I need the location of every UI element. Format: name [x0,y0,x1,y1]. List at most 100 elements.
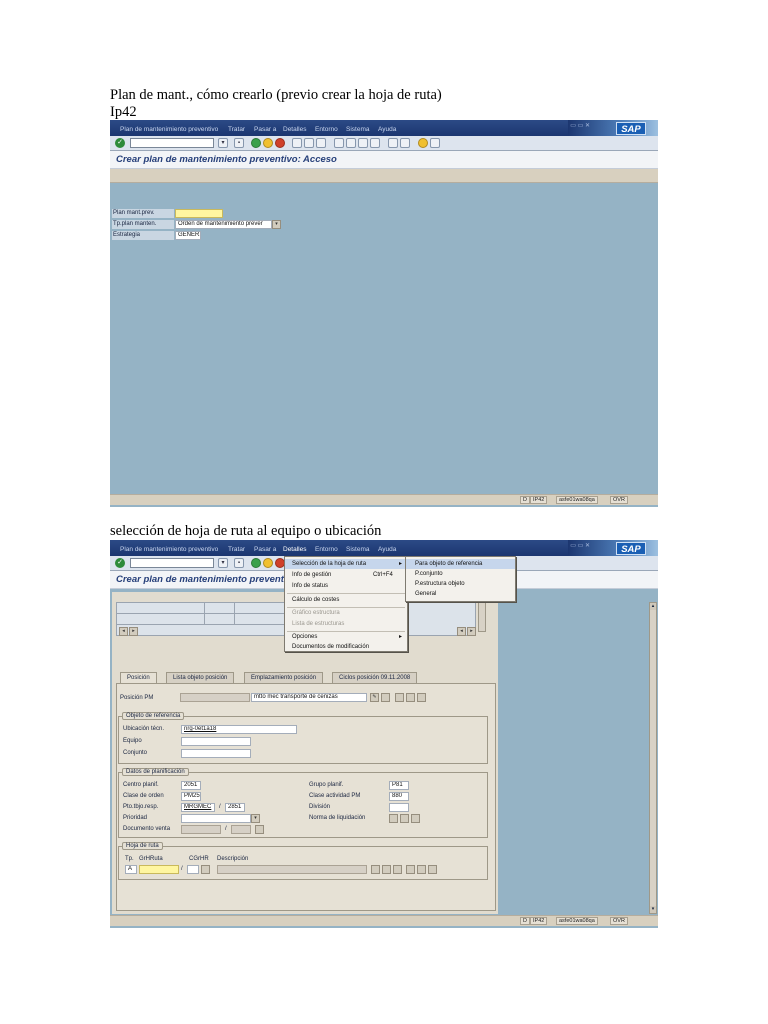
find-icon[interactable] [304,138,314,148]
layout-menu-icon[interactable] [430,138,440,148]
norma-liquidacion-next-icon[interactable] [400,814,409,823]
norma-liquidacion-icon[interactable] [389,814,398,823]
tab-posicion[interactable]: Posición [120,672,157,683]
hoja-ruta-contador-input[interactable] [187,865,199,874]
long-text-icon[interactable]: ✎ [370,693,379,702]
tab-emplazamiento[interactable]: Emplazamiento posición [244,672,324,683]
submenu-item-general[interactable]: General [406,589,515,599]
menu-sistema-2[interactable]: Sistema [346,546,369,553]
menu-tratar[interactable]: Tratar [228,126,245,133]
submenu-item-estructura-objeto[interactable]: P.estructura objeto [406,579,515,589]
menu-item-seleccion-hoja-ruta[interactable]: Selección de la hoja de ruta ▸ [285,559,407,569]
grid-page-left-icon[interactable]: ◂ [457,627,466,636]
print-icon[interactable] [292,138,302,148]
window-controls-icon-2[interactable]: ▭ ▭ ✕ [570,542,590,549]
hoja-ruta-detail-icon[interactable] [428,865,437,874]
menu-entorno-2[interactable]: Entorno [315,546,338,553]
window-controls-icon[interactable]: ▭ ▭ ✕ [570,122,590,129]
grid-vertical-scrollbar[interactable] [478,602,486,632]
col-cgrhr: CGrHR [189,856,209,862]
menu-pasar-a-2[interactable]: Pasar a [254,546,276,553]
new-session-icon[interactable] [388,138,398,148]
menu-item-info-gestion[interactable]: Info de gestión Ctrl+F4 [285,570,407,580]
object-list-icon[interactable] [406,693,415,702]
norma-liquidacion-list-icon[interactable] [411,814,420,823]
hoja-ruta-change-icon[interactable] [382,865,391,874]
shortcut-icon[interactable] [400,138,410,148]
menu-plan[interactable]: Plan de mantenimiento preventivo [120,126,218,133]
tab-lista-objeto[interactable]: Lista objeto posición [166,672,235,683]
division-input[interactable] [389,803,409,812]
prioridad-dropdown-icon[interactable]: ▾ [251,814,260,823]
info-icon[interactable] [381,693,390,702]
first-page-icon[interactable] [334,138,344,148]
ubicacion-input[interactable]: nrg-0et1a18 [181,725,297,734]
exit-icon-2[interactable] [263,558,273,568]
hoja-ruta-copy-icon[interactable] [406,865,415,874]
grid-page-right-icon[interactable]: ▸ [467,627,476,636]
save-icon-2[interactable]: ▪ [234,558,244,568]
enter-check-icon-2[interactable]: ✓ [115,558,125,568]
submenu-arrow-icon-2: ▸ [398,634,402,640]
hoja-ruta-display-icon[interactable] [371,865,380,874]
tp-plan-dropdown-icon[interactable]: ▾ [272,220,281,229]
scroll-up-icon[interactable]: ▴ [650,603,656,610]
pto-tbjo-centro-input[interactable]: 2851 [225,803,245,812]
next-page-icon[interactable] [358,138,368,148]
menu-sistema[interactable]: Sistema [346,126,369,133]
menu-tratar-2[interactable]: Tratar [228,546,245,553]
grid-scroll-right-icon[interactable]: ▸ [129,627,138,636]
command-field[interactable] [130,138,214,148]
submenu-item-conjunto[interactable]: P.conjunto [406,569,515,579]
object-icon[interactable] [395,693,404,702]
previous-page-icon[interactable] [346,138,356,148]
menu-ayuda[interactable]: Ayuda [378,126,396,133]
menu-ayuda-2[interactable]: Ayuda [378,546,396,553]
grupo-planif-input[interactable]: P81 [389,781,409,790]
hoja-ruta-delete-icon[interactable] [417,865,426,874]
clase-actividad-input[interactable]: 880 [389,792,409,801]
hoja-ruta-search-icon[interactable] [201,865,210,874]
hoja-ruta-create-icon[interactable] [393,865,402,874]
hoja-ruta-grupo-input[interactable] [139,865,179,874]
history-dropdown-icon-2[interactable]: ▾ [218,558,228,568]
prioridad-input[interactable] [181,814,251,823]
menu-item-info-status[interactable]: Info de status [285,581,407,591]
page-vertical-scrollbar[interactable]: ▴ ▾ [649,602,657,914]
submenu-item-objeto-referencia[interactable]: Para objeto de referencia [406,559,515,569]
tp-plan-input[interactable]: Orden de mantenimiento prever [175,220,272,229]
command-field-2[interactable] [130,558,214,568]
back-icon[interactable] [251,138,261,148]
scroll-down-icon[interactable]: ▾ [650,906,656,913]
history-dropdown-icon[interactable]: ▾ [218,138,228,148]
centro-planif-input[interactable]: 2051 [181,781,201,790]
menu-item-opciones[interactable]: Opciones ▸ [285,632,407,642]
estrategia-input[interactable]: GENER1 [175,231,201,240]
save-icon[interactable]: ▪ [234,138,244,148]
conjunto-input[interactable] [181,749,251,758]
exit-icon[interactable] [263,138,273,148]
menu-plan-2[interactable]: Plan de mantenimiento preventivo [120,546,218,553]
menu-pasar-a[interactable]: Pasar a [254,126,276,133]
plan-mant-input[interactable] [175,209,223,218]
equipo-input[interactable] [181,737,251,746]
object-next-icon[interactable] [417,693,426,702]
hoja-ruta-tp-input[interactable]: A [125,865,137,874]
find-next-icon[interactable] [316,138,326,148]
cancel-icon[interactable] [275,138,285,148]
enter-check-icon[interactable]: ✓ [115,138,125,148]
menu-entorno[interactable]: Entorno [315,126,338,133]
back-icon-2[interactable] [251,558,261,568]
menu-detalles[interactable]: Detalles [283,126,306,133]
help-icon[interactable] [418,138,428,148]
pto-tbjo-input[interactable]: MRGMEC [181,803,215,812]
posicion-pm-text[interactable]: mtto mec transporte de cenizas [251,693,367,702]
menu-detalles-2[interactable]: Detalles [283,546,306,553]
last-page-icon[interactable] [370,138,380,148]
tab-ciclos[interactable]: Ciclos posición 09.11.2008 [332,672,418,683]
grid-scroll-left-icon[interactable]: ◂ [119,627,128,636]
menu-item-documentos-modificacion[interactable]: Documentos de modificación [285,642,407,652]
documento-venta-search-icon[interactable] [255,825,264,834]
clase-orden-input[interactable]: PM25 [181,792,201,801]
menu-item-calculo-costes[interactable]: Cálculo de costes [285,595,407,605]
